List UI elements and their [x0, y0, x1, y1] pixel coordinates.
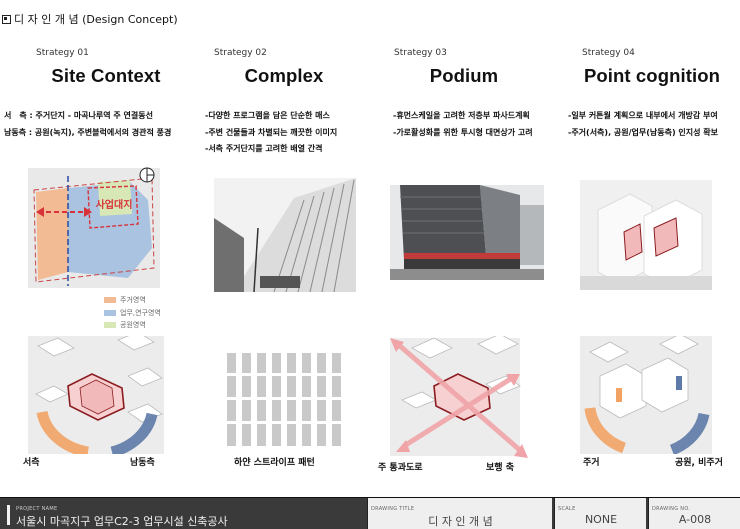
project-name-label: PROJECT NAME [16, 506, 58, 512]
drawing-number-value: A-008 [678, 513, 712, 526]
caption-pedestrian-axis: 보행 축 [486, 463, 514, 473]
strategy-02-description: -다양한 프로그램을 담은 단순한 매스 -주변 건물들과 차별되는 깨끗한 이… [205, 108, 337, 158]
desc-line: -일부 커튼월 계획으로 내부에서 개방감 부여 [568, 111, 718, 120]
caption-stripe-pattern: 하얀 스트라이프 패턴 [234, 458, 315, 468]
podium-building-photo [390, 185, 544, 280]
scale-value: NONE [584, 513, 618, 526]
strategy-03-description: -휴먼스케일을 고려한 저층부 파사드계획 -가로활성화를 위한 투시형 대면상… [393, 108, 533, 141]
site-context-map: 사업대지 [28, 168, 160, 288]
point-cognition-rendering [580, 180, 712, 290]
point-cognition-diagram [580, 336, 712, 454]
project-name-value: 서울시 마곡지구 업무C2-3 업무시설 신축공사 [16, 515, 228, 528]
drawing-title-label: DRAWING TITLE [371, 506, 415, 512]
sheet-title-text: 디 자 인 개 념 (Design Concept) [14, 13, 178, 26]
desc-line: 남동측 : 공원(녹지), 주변블럭에서의 경관적 풍경 [4, 127, 172, 137]
caption-main-road: 주 통과도로 [378, 463, 423, 473]
strategy-04: Strategy 04 Point cognition [566, 48, 738, 87]
strategy-01-description: 서 측 : 주거단지 - 마곡나루역 주 연결동선 남동측 : 공원(녹지), … [4, 108, 171, 141]
strategy-heading: Podium [429, 65, 499, 86]
strategy-number: Strategy 04 [582, 48, 635, 58]
desc-line: -서측 주거단지를 고려한 배열 간격 [205, 144, 323, 153]
desc-line: -가로활성화를 위한 투시형 대면상가 고려 [393, 127, 533, 137]
project-name-cell: PROJECT NAME 서울시 마곡지구 업무C2-3 업무시설 신축공사 [0, 498, 365, 529]
strategy-01: Strategy 01 Site Context [20, 48, 192, 87]
drawing-number-label: DRAWING NO. [652, 506, 691, 512]
site-context-diagram [28, 336, 164, 454]
strategy-number: Strategy 02 [214, 48, 267, 58]
north-arrow-icon [139, 167, 155, 183]
desc-line: -다양한 프로그램을 담은 단순한 매스 [205, 111, 330, 120]
drawing-number-cell: DRAWING NO. A-008 [648, 498, 740, 529]
scale-cell: SCALE NONE [554, 498, 646, 529]
project-bar [7, 505, 10, 525]
strategy-04-description: -일부 커튼월 계획으로 내부에서 개방감 부여 -주거(서측), 공원/업무(… [568, 108, 718, 141]
strategy-heading: Complex [244, 65, 324, 86]
scale-label: SCALE [558, 506, 576, 512]
legend-label: 업무,연구영역 [120, 308, 161, 317]
complex-building-photo [214, 178, 356, 292]
strategy-02: Strategy 02 Complex [198, 48, 370, 87]
sheet-title: 디 자 인 개 념 (Design Concept) [2, 11, 178, 27]
desc-line: -주변 건물들과 차별되는 깨끗한 이미지 [205, 127, 338, 137]
strategy-number: Strategy 01 [36, 48, 89, 58]
strategy-number: Strategy 03 [394, 48, 447, 58]
white-stripe-pattern [227, 353, 345, 446]
podium-diagram [390, 336, 528, 458]
legend-swatch [104, 309, 116, 316]
strategy-heading: Site Context [51, 65, 161, 86]
desc-line: 서 측 : 주거단지 - 마곡나루역 주 연결동선 [4, 111, 153, 120]
map-legend: 주거영역 업무,연구영역 공원영역 [104, 294, 161, 332]
drawing-title-cell: DRAWING TITLE 디 자 인 개 념 [367, 498, 552, 529]
caption-southeast: 남동측 [130, 458, 155, 468]
desc-line: -휴먼스케일을 고려한 저층부 파사드계획 [393, 111, 530, 120]
legend-swatch [104, 297, 116, 303]
strategy-03: Strategy 03 Podium [378, 48, 550, 87]
legend-label: 주거영역 [120, 296, 146, 304]
title-square-icon [2, 14, 11, 24]
legend-label: 공원영역 [120, 321, 146, 329]
strategy-heading: Point cognition [583, 65, 721, 86]
drawing-title-value: 디 자 인 개 념 [428, 515, 493, 528]
desc-line: -주거(서측), 공원/업무(남동측) 인지성 확보 [568, 127, 719, 137]
title-block: PROJECT NAME 서울시 마곡지구 업무C2-3 업무시설 신축공사 D… [0, 497, 740, 529]
map-site-label: 사업대지 [96, 198, 133, 211]
caption-park-nonresidential: 공원, 비주거 [675, 458, 723, 468]
caption-residential: 주거 [583, 458, 600, 468]
caption-west: 서측 [23, 458, 40, 468]
legend-swatch [104, 322, 116, 328]
